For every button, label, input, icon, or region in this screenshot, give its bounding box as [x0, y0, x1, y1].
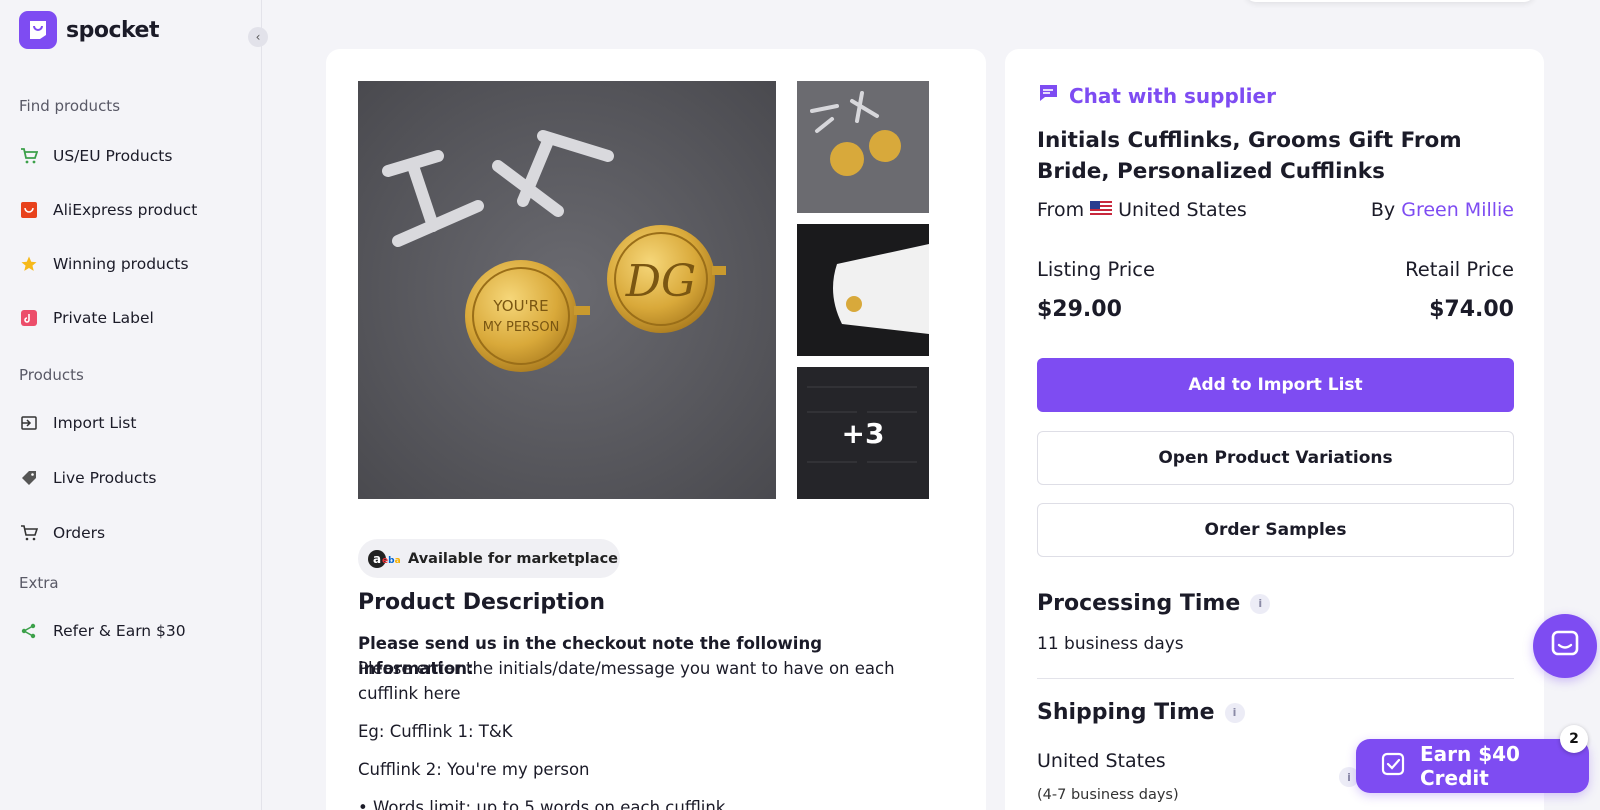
- spocket-logo-icon: [19, 11, 57, 49]
- support-chat-button[interactable]: [1533, 614, 1597, 678]
- sidebar-item-orders[interactable]: Orders: [19, 521, 105, 545]
- checklist-icon: [1380, 751, 1406, 782]
- shipping-days: (4-7 business days): [1037, 787, 1179, 803]
- thumbnail-photo: [797, 224, 929, 356]
- svg-text:a: a: [373, 552, 381, 566]
- section-find-products: Find products: [19, 97, 121, 115]
- sidebar-item-label: US/EU Products: [53, 147, 173, 165]
- sidebar-item-label: Refer & Earn $30: [53, 622, 186, 640]
- shipping-country: United States: [1037, 750, 1166, 772]
- sidebar-item-label: AliExpress product: [53, 201, 198, 219]
- retail-price-value: $74.00: [1429, 297, 1514, 322]
- description-line: • Words limit: up to 5 words on each cuf…: [358, 798, 726, 810]
- supplier-link[interactable]: Green Millie: [1401, 199, 1514, 221]
- processing-time-heading: Processing Time i: [1037, 591, 1271, 616]
- private-label-icon: [19, 308, 39, 328]
- shipping-time-heading: Shipping Time i: [1037, 700, 1245, 725]
- open-product-variations-button[interactable]: Open Product Variations: [1037, 431, 1514, 485]
- info-icon[interactable]: i: [1250, 593, 1271, 614]
- listing-price-label: Listing Price: [1037, 258, 1156, 281]
- us-flag-icon: [1090, 199, 1113, 221]
- listing-price-value: $29.00: [1037, 297, 1122, 322]
- chat-with-supplier-link[interactable]: Chat with supplier: [1037, 82, 1276, 109]
- sidebar-item-aliexpress[interactable]: AliExpress product: [19, 198, 197, 222]
- top-search-pill[interactable]: [1245, 0, 1535, 2]
- star-icon: [19, 254, 39, 274]
- collapse-sidebar-button[interactable]: ‹: [248, 27, 268, 47]
- sidebar-item-label: Winning products: [53, 255, 189, 273]
- thumbnail-photo: [797, 81, 929, 213]
- more-images-count: +3: [797, 367, 929, 499]
- main-product-image[interactable]: YOU'RE MY PERSON DG: [358, 81, 776, 499]
- sidebar-item-label: Private Label: [53, 309, 154, 327]
- sidebar-item-private-label[interactable]: Private Label: [19, 306, 154, 330]
- description-line: Eg: Cufflink 1: T&K: [358, 722, 513, 741]
- origin-country: United States: [1118, 199, 1247, 221]
- cart-outline-icon: [19, 523, 39, 543]
- order-samples-button[interactable]: Order Samples: [1037, 503, 1514, 557]
- supplier-line: By Green Millie: [1371, 199, 1514, 221]
- sidebar-item-winning-products[interactable]: Winning products: [19, 252, 189, 276]
- cufflinks-photo: YOU'RE MY PERSON DG: [358, 81, 776, 499]
- sidebar-item-live-products[interactable]: Live Products: [19, 466, 157, 490]
- processing-time-value: 11 business days: [1037, 634, 1184, 654]
- thumbnail-1[interactable]: [797, 81, 929, 213]
- thumbnail-more[interactable]: +3: [797, 367, 929, 499]
- section-extra: Extra: [19, 574, 59, 592]
- import-icon: [19, 413, 39, 433]
- sidebar: spocket Find products US/EU Products Ali…: [0, 0, 262, 810]
- by-label: By: [1370, 199, 1396, 221]
- sidebar-item-label: Live Products: [53, 469, 157, 487]
- share-icon: [19, 621, 39, 641]
- chevron-left-icon: ‹: [255, 30, 261, 44]
- brand-name: spocket: [66, 17, 159, 43]
- retail-price-label: Retail Price: [1405, 258, 1514, 281]
- thumbnail-2[interactable]: [797, 224, 929, 356]
- svg-text:YOU'RE: YOU'RE: [492, 297, 548, 315]
- spocket-logo[interactable]: spocket: [19, 11, 159, 49]
- earn-credit-button[interactable]: Earn $40 Credit: [1356, 739, 1589, 793]
- sidebar-item-label: Orders: [53, 524, 106, 542]
- shipping-time-label: Shipping Time: [1037, 700, 1215, 725]
- svg-text:MY PERSON: MY PERSON: [483, 320, 560, 335]
- processing-time-label: Processing Time: [1037, 591, 1241, 616]
- chat-label: Chat with supplier: [1069, 83, 1276, 108]
- info-icon[interactable]: i: [1224, 702, 1245, 723]
- description-line: Cufflink 2: You're my person: [358, 760, 590, 779]
- aliexpress-icon: [19, 200, 39, 220]
- cart-icon: [19, 146, 39, 166]
- svg-text:DG: DG: [625, 256, 696, 307]
- description-title: Product Description: [358, 590, 606, 615]
- svg-text:ebay: ebay: [382, 556, 400, 566]
- sidebar-item-us-eu-products[interactable]: US/EU Products: [19, 144, 172, 168]
- marketplace-badge: aebay Available for marketplace: [358, 539, 620, 578]
- section-products: Products: [19, 366, 84, 384]
- sidebar-item-label: Import List: [53, 414, 137, 432]
- notification-badge: 2: [1560, 725, 1588, 753]
- product-title: Initials Cufflinks, Grooms Gift From Bri…: [1037, 128, 1462, 184]
- tag-icon: [19, 468, 39, 488]
- add-to-import-list-button[interactable]: Add to Import List: [1037, 358, 1514, 412]
- sidebar-item-refer-earn[interactable]: Refer & Earn $30: [19, 619, 186, 643]
- divider: [1037, 678, 1514, 679]
- from-label: From: [1037, 199, 1085, 221]
- chat-icon: [1037, 82, 1059, 109]
- ebay-marketplace-icon: aebay: [368, 547, 406, 571]
- sidebar-item-import-list[interactable]: Import List: [19, 411, 136, 435]
- origin-line: From United States: [1037, 199, 1247, 221]
- chat-bubble-icon: [1550, 629, 1580, 663]
- description-line: Please enter the initials/date/message y…: [358, 659, 895, 703]
- marketplace-label: Available for marketplace: [408, 550, 618, 567]
